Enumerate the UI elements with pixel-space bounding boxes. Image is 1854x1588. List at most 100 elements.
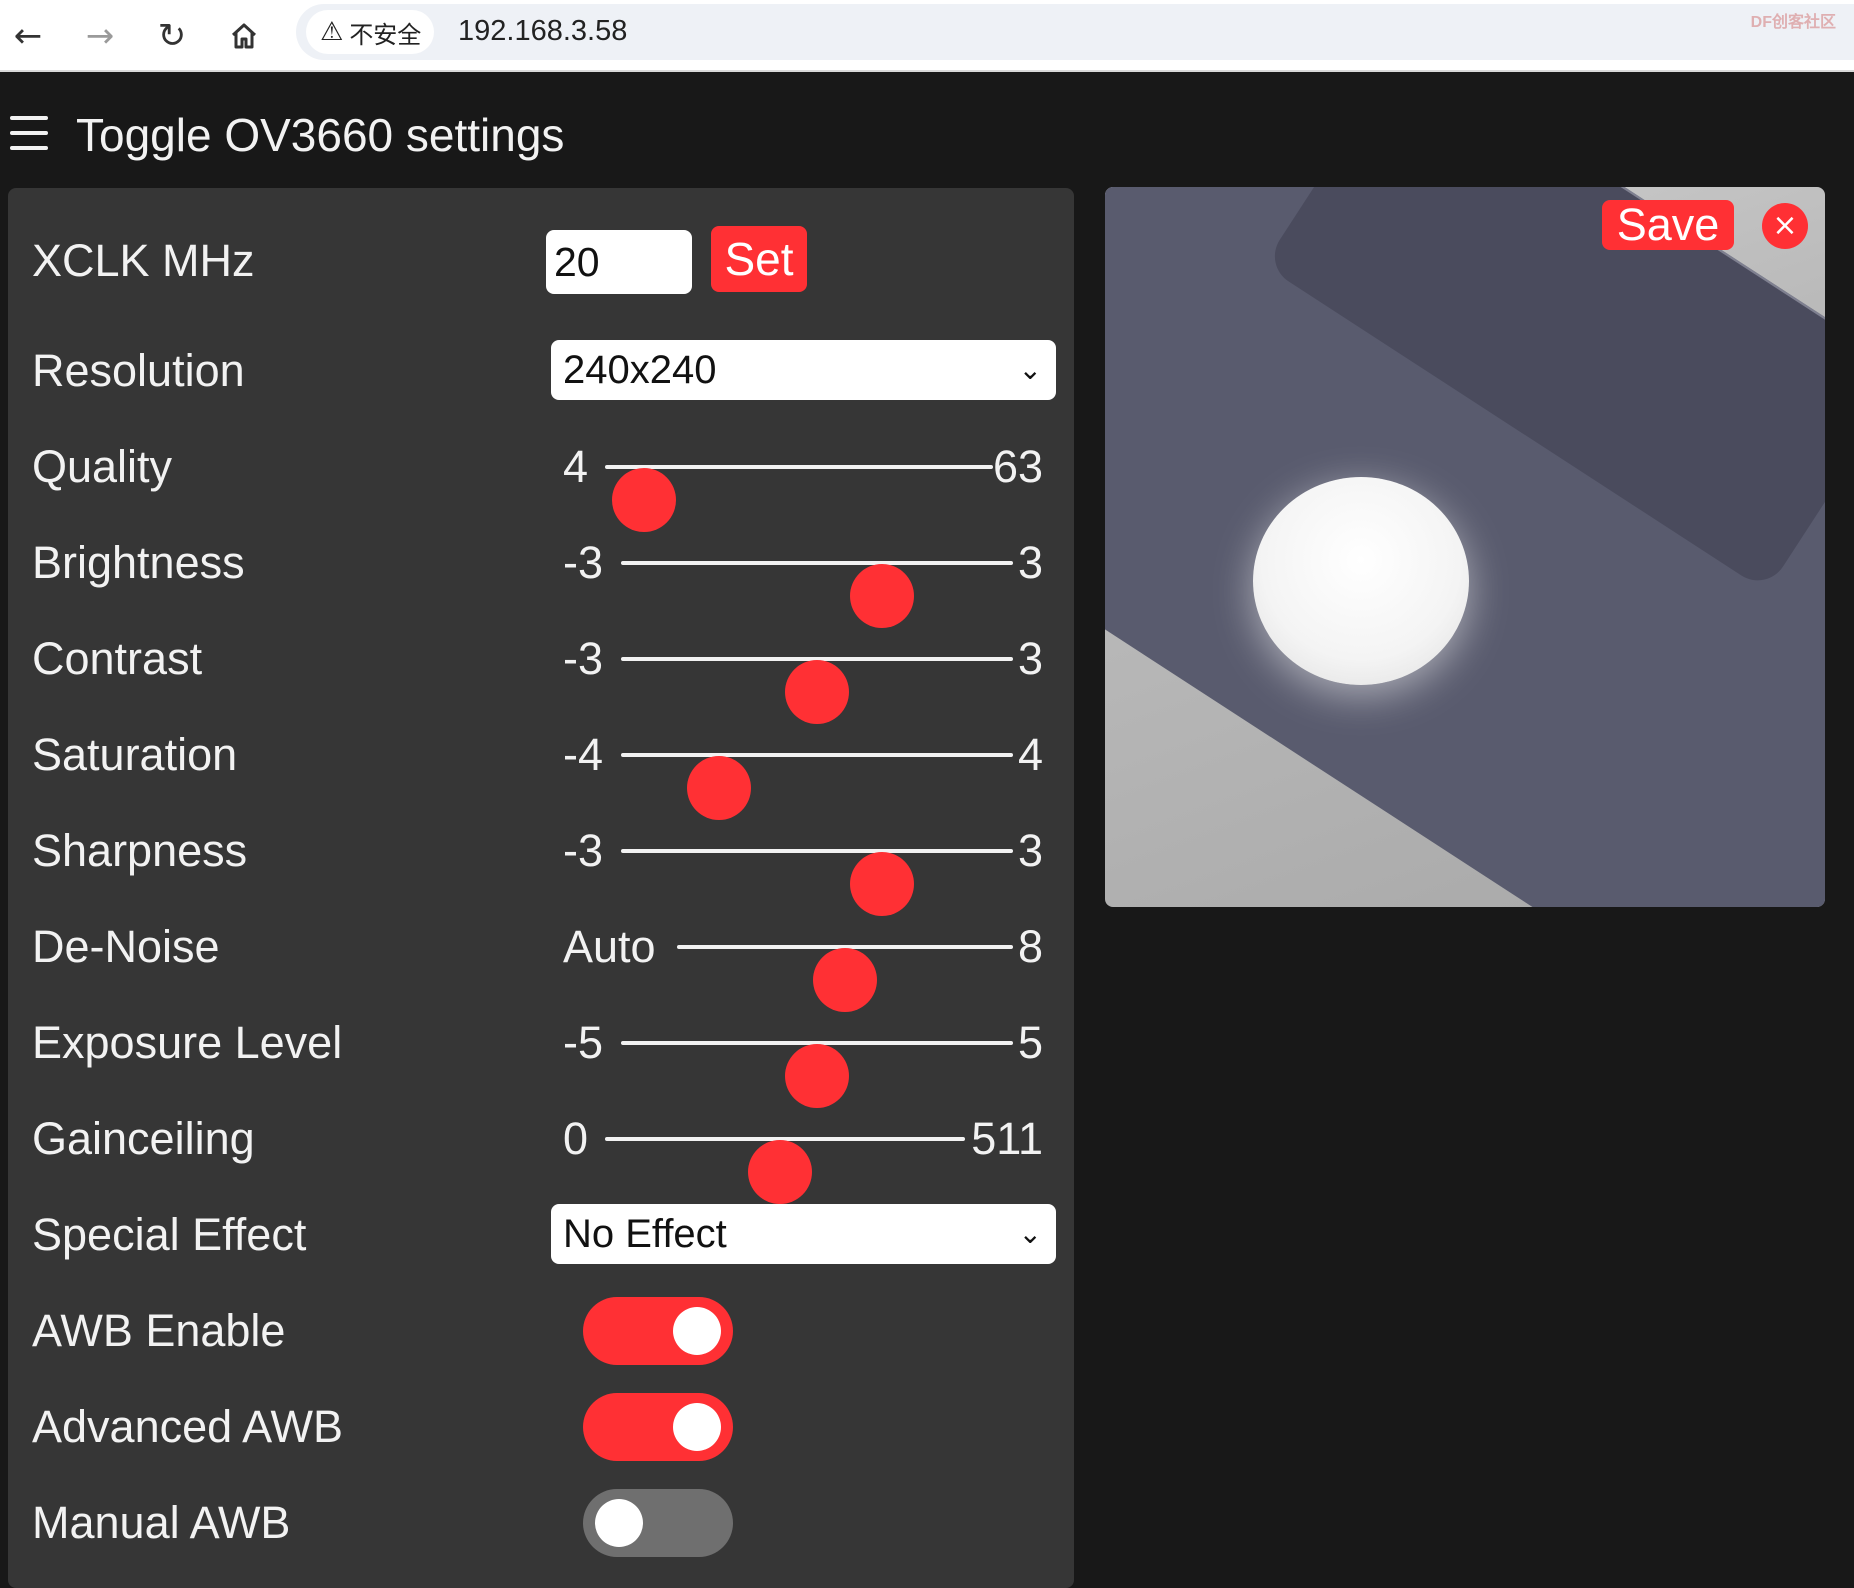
exposure-label: Exposure Level (32, 1017, 343, 1068)
hamburger-icon[interactable] (10, 114, 48, 152)
row-brightness: Brightness -3 3 (8, 528, 1074, 628)
special-effect-selected-value: No Effect (563, 1212, 727, 1256)
exposure-thumb[interactable] (785, 1044, 849, 1108)
watermark-logo: DF创客社区 (1750, 14, 1836, 31)
denoise-max: 8 (1017, 921, 1043, 972)
brightness-thumb[interactable] (850, 564, 915, 628)
arrow-left-icon[interactable]: ← (0, 8, 56, 64)
quality-min: 4 (563, 441, 589, 492)
manual-awb-toggle-knob (595, 1499, 643, 1547)
row-denoise: De-Noise Auto 8 (8, 912, 1074, 1012)
row-advanced-awb: Advanced AWB (8, 1392, 1074, 1462)
exposure-slider[interactable]: -5 5 (543, 1008, 1053, 1108)
gainceiling-thumb[interactable] (747, 1140, 812, 1204)
gainceiling-min: 0 (563, 1113, 589, 1164)
row-quality: Quality 4 63 (8, 432, 1074, 532)
address-bar[interactable]: ⚠ 不安全 192.168.3.58 (296, 4, 1854, 60)
advanced-awb-toggle-knob (673, 1403, 721, 1451)
row-saturation: Saturation -4 4 (8, 720, 1074, 820)
sharpness-track[interactable] (621, 849, 1013, 916)
denoise-slider[interactable]: Auto 8 (543, 912, 1053, 1012)
warning-triangle-icon: ⚠ (320, 17, 344, 47)
denoise-track[interactable] (677, 945, 1013, 1012)
sharpness-label: Sharpness (32, 825, 248, 876)
manual-awb-toggle[interactable] (583, 1489, 733, 1557)
contrast-min: -3 (563, 633, 604, 684)
row-sharpness: Sharpness -3 3 (8, 816, 1074, 916)
quality-thumb[interactable] (612, 468, 677, 532)
contrast-slider[interactable]: -3 3 (543, 624, 1053, 724)
reload-icon[interactable]: ↻ (144, 8, 200, 64)
row-resolution: Resolution 240x240 ⌄ (8, 336, 1074, 406)
sharpness-min: -3 (563, 825, 604, 876)
saturation-label: Saturation (32, 729, 238, 780)
contrast-max: 3 (1017, 633, 1043, 684)
row-gainceiling: Gainceiling 0 511 (8, 1104, 1074, 1204)
brightness-max: 3 (1017, 537, 1043, 588)
saturation-slider[interactable]: -4 4 (543, 720, 1053, 820)
row-xclk: XCLK MHz 20 Set (8, 226, 1074, 296)
saturation-max: 4 (1017, 729, 1043, 780)
exposure-max: 5 (1017, 1017, 1043, 1068)
brightness-slider[interactable]: -3 3 (543, 528, 1053, 628)
row-special-effect: Special Effect No Effect ⌄ (8, 1200, 1074, 1270)
awb-label: AWB Enable (32, 1305, 286, 1356)
brightness-track[interactable] (621, 561, 1013, 628)
quality-slider[interactable]: 4 63 (543, 432, 1053, 532)
security-chip[interactable]: ⚠ 不安全 (306, 10, 434, 54)
exposure-track[interactable] (621, 1041, 1013, 1108)
denoise-thumb[interactable] (813, 948, 877, 1012)
denoise-min: Auto (563, 921, 656, 972)
saturation-track[interactable] (621, 753, 1013, 820)
save-button[interactable]: Save (1602, 200, 1734, 250)
brightness-label: Brightness (32, 537, 245, 588)
manual-awb-label: Manual AWB (32, 1497, 291, 1548)
security-label: 不安全 (349, 21, 422, 49)
resolution-selected-value: 240x240 (563, 348, 717, 392)
sharpness-slider[interactable]: -3 3 (543, 816, 1053, 916)
gainceiling-slider[interactable]: 0 511 (543, 1104, 1053, 1204)
exposure-min: -5 (563, 1017, 604, 1068)
quality-max: 63 (992, 441, 1043, 492)
camera-stream-image (1105, 187, 1825, 907)
contrast-label: Contrast (32, 633, 203, 684)
contrast-thumb[interactable] (785, 660, 849, 724)
settings-panel: XCLK MHz 20 Set Resolution 240x240 ⌄ Qua… (8, 188, 1074, 1588)
quality-label: Quality (32, 441, 173, 492)
row-contrast: Contrast -3 3 (8, 624, 1074, 724)
denoise-label: De-Noise (32, 921, 220, 972)
advanced-awb-label: Advanced AWB (32, 1401, 344, 1452)
home-icon[interactable] (216, 8, 272, 64)
sharpness-thumb[interactable] (850, 852, 915, 916)
resolution-select[interactable]: 240x240 ⌄ (551, 340, 1056, 400)
row-exposure: Exposure Level -5 5 (8, 1008, 1074, 1108)
chevron-down-icon: ⌄ (1018, 1217, 1042, 1250)
gainceiling-label: Gainceiling (32, 1113, 255, 1164)
xclk-input[interactable]: 20 (546, 230, 692, 294)
resolution-label: Resolution (32, 345, 245, 396)
awb-toggle[interactable] (583, 1297, 733, 1365)
quality-track[interactable] (605, 465, 993, 532)
special-effect-select[interactable]: No Effect ⌄ (551, 1204, 1056, 1264)
saturation-min: -4 (563, 729, 604, 780)
sharpness-max: 3 (1017, 825, 1043, 876)
close-icon[interactable]: × (1762, 203, 1808, 249)
gainceiling-track[interactable] (605, 1137, 965, 1204)
browser-toolbar: ← → ↻ ⚠ 不安全 192.168.3.58 DF创客社区 (0, 0, 1854, 72)
gainceiling-max: 511 (971, 1113, 1043, 1164)
preview-ball (1253, 477, 1469, 685)
page-title[interactable]: Toggle OV3660 settings (76, 108, 564, 162)
advanced-awb-toggle[interactable] (583, 1393, 733, 1461)
row-awb: AWB Enable (8, 1296, 1074, 1366)
row-manual-awb: Manual AWB (8, 1488, 1074, 1558)
xclk-set-button[interactable]: Set (711, 226, 807, 292)
brightness-min: -3 (563, 537, 604, 588)
special-effect-label: Special Effect (32, 1209, 307, 1260)
xclk-label: XCLK MHz (32, 235, 255, 286)
url-text[interactable]: 192.168.3.58 (458, 15, 627, 48)
contrast-track[interactable] (621, 657, 1013, 724)
chevron-down-icon: ⌄ (1018, 353, 1042, 386)
awb-toggle-knob (673, 1307, 721, 1355)
arrow-right-icon[interactable]: → (72, 8, 128, 64)
saturation-thumb[interactable] (687, 756, 751, 820)
